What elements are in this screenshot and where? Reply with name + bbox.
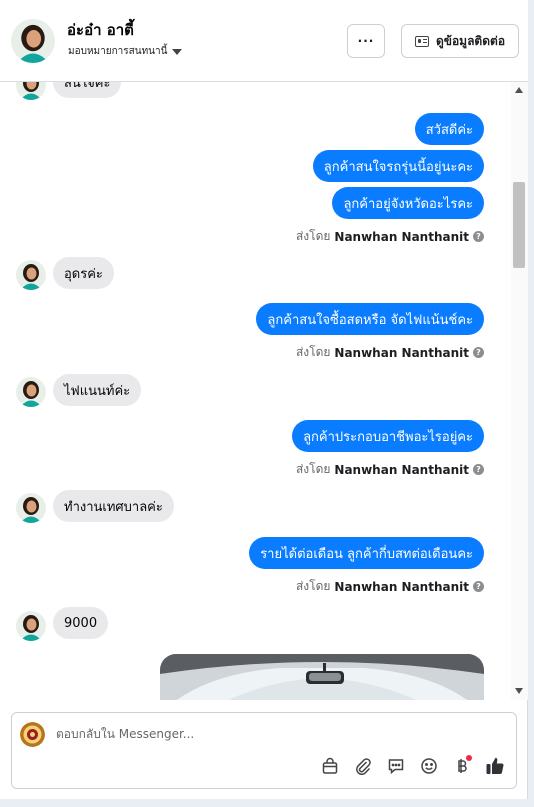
outgoing-message: สวัสดีค่ะ (414, 113, 484, 145)
incoming-message: ไฟแนนท์ค่ะ (53, 374, 142, 406)
scroll-down-arrow-icon[interactable] (515, 688, 523, 694)
sent-by-prefix: ส่งโดย (295, 345, 331, 359)
sent-by-prefix: ส่งโดย (295, 462, 331, 476)
incoming-message: 9000 (53, 607, 109, 639)
sent-by-prefix: ส่งโดย (295, 229, 331, 243)
sender-avatar (16, 611, 46, 641)
sent-by-label: ส่งโดย Nanwhan Nanthanit ? (296, 577, 484, 596)
chat-scrollbar[interactable] (511, 82, 528, 700)
notification-dot (466, 755, 472, 761)
message-thread: สนใจค่ะ สวัสดีค่ะ ลูกค้าสนใจรถรุ่นนี้อยู… (0, 82, 510, 700)
sender-name: Nanwhan Nanthanit (334, 229, 469, 244)
composer-toolbar (319, 755, 506, 777)
help-icon[interactable]: ? (473, 581, 484, 592)
assign-label: มอบหมายการสนทนานี้ (68, 46, 168, 57)
outgoing-message: ลูกค้าอยู่จังหวัดอะไรคะ (332, 187, 484, 219)
sent-by-label: ส่งโดย Nanwhan Nanthanit ? (296, 460, 484, 479)
sent-by-prefix: ส่งโดย (295, 579, 331, 593)
saved-reply-icon[interactable] (385, 755, 407, 777)
sent-by-label: ส่งโดย Nanwhan Nanthanit ? (296, 227, 484, 246)
help-icon[interactable]: ? (473, 464, 484, 475)
assign-conversation-dropdown[interactable]: มอบหมายการสนทนานี้ (68, 44, 183, 59)
outgoing-message: ลูกค้าประกอบอาชีพอะไรอยู่คะ (292, 420, 484, 452)
sender-avatar (16, 377, 46, 407)
conversation-header: อ่ะอ๋า อาตี้ มอบหมายการสนทนานี้ ··· ดูข้… (0, 0, 528, 82)
help-icon[interactable]: ? (473, 347, 484, 358)
paperclip-icon[interactable] (352, 755, 374, 777)
page-avatar (20, 722, 45, 747)
incoming-message: ทำงานเทศบาลค่ะ (53, 490, 174, 522)
messenger-panel: อ่ะอ๋า อาตี้ มอบหมายการสนทนานี้ ··· ดูข้… (0, 0, 528, 799)
scroll-thumb[interactable] (513, 182, 525, 268)
chevron-down-icon (172, 49, 183, 55)
sender-avatar (16, 260, 46, 290)
outgoing-message: รายได้ต่อเดือน ลูกค้ากี่บสทต่อเดือนคะ (249, 537, 484, 569)
baht-icon[interactable] (451, 755, 473, 777)
outgoing-message: ลูกค้าสนใจซื้อสดหรือ จัดไฟแน้นช์คะ (256, 303, 484, 335)
view-contact-button[interactable]: ดูข้อมูลติดต่อ (401, 24, 519, 58)
reply-input[interactable] (56, 727, 356, 741)
outgoing-message: ลูกค้าสนใจรถรุ่นนี้อยู่นะคะ (312, 150, 484, 182)
sender-name: Nanwhan Nanthanit (334, 345, 469, 360)
sender-name: Nanwhan Nanthanit (334, 462, 469, 477)
emoji-icon[interactable] (418, 755, 440, 777)
more-options-button[interactable]: ··· (347, 24, 385, 58)
sender-avatar (16, 82, 46, 100)
incoming-message: อุดรค่ะ (53, 257, 114, 289)
sender-name: Nanwhan Nanthanit (334, 579, 469, 594)
help-icon[interactable]: ? (473, 231, 484, 242)
incoming-message: สนใจค่ะ (53, 82, 122, 98)
sent-by-label: ส่งโดย Nanwhan Nanthanit ? (296, 343, 484, 362)
contact-avatar[interactable] (11, 19, 55, 63)
bag-icon[interactable] (319, 755, 341, 777)
contact-name[interactable]: อ่ะอ๋า อาตี้ (67, 18, 134, 42)
contact-card-icon (414, 35, 429, 47)
view-contact-label: ดูข้อมูลติดต่อ (435, 33, 506, 48)
thumbs-up-icon[interactable] (484, 755, 506, 777)
car-interior-photo[interactable] (160, 654, 484, 700)
sender-avatar (16, 493, 46, 523)
reply-composer (11, 712, 517, 789)
scroll-up-arrow-icon[interactable] (515, 87, 523, 93)
